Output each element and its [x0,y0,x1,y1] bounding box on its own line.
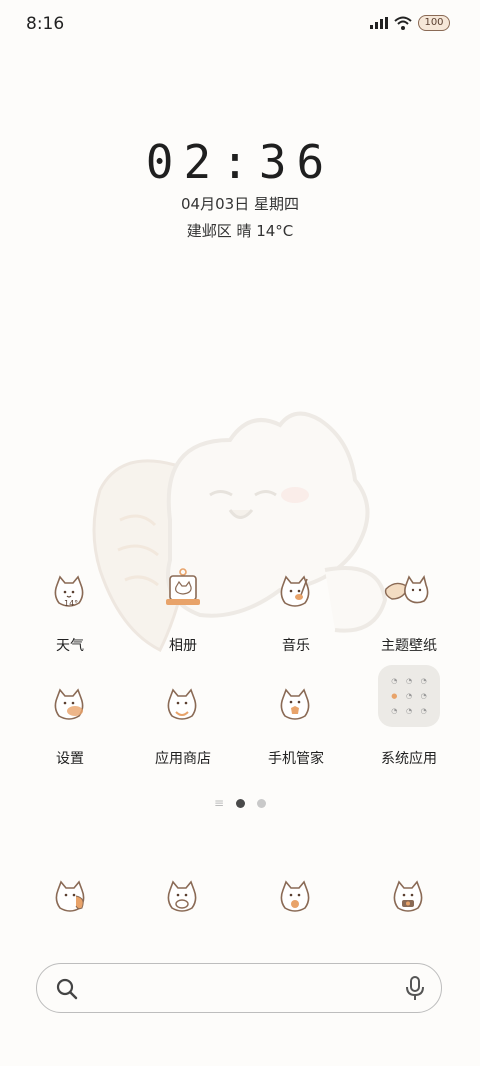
app-label: 音乐 [282,638,310,654]
cellular-signal-icon [370,17,388,29]
search-bar[interactable] [36,963,442,1013]
app-gallery[interactable]: 相册 [128,565,238,655]
app-store-cat-icon [167,688,197,720]
battery-icon: 100 [418,15,450,31]
status-time: 8:16 [26,14,65,34]
app-label: 设置 [56,751,84,767]
clock-time: 02:36 [145,135,335,189]
theme-cat-icon [384,575,429,604]
page-list-icon[interactable]: ≡ [214,796,224,810]
app-system-folder[interactable]: ◔ ◔ ◔ ● ◔ ◔ ◔ ◔ ◔ 系统应用 [354,665,464,768]
search-icon[interactable] [55,977,79,1001]
wifi-icon [394,16,412,30]
microphone-icon[interactable] [405,976,425,1002]
page-indicator[interactable]: ≡ [0,796,480,810]
messages-cat-icon[interactable] [152,870,214,932]
app-label: 应用商店 [155,751,211,767]
phone-cat-icon[interactable] [40,870,102,932]
page-dot[interactable] [257,798,267,808]
weather-badge: 14° [64,599,79,608]
app-label: 手机管家 [268,751,324,767]
weather-cat-icon [54,575,84,607]
app-themes[interactable]: 主题壁纸 [354,565,464,655]
app-label: 系统应用 [381,751,437,767]
clock-date: 04月03日 星期四 [181,195,299,213]
app-label: 相册 [169,638,197,654]
app-music[interactable]: 音乐 [241,565,351,655]
phone-manager-cat-icon [280,688,310,720]
app-label: 天气 [56,638,84,654]
status-icons: 100 [370,15,450,31]
app-weather[interactable]: 14° 天气 [15,565,125,655]
music-cat-icon [280,575,310,607]
app-phone-manager[interactable]: 手机管家 [241,678,351,768]
clock-weather: 建邺区 晴 14°C [186,222,294,240]
gallery-cat-icon [166,568,200,605]
app-label: 主题壁纸 [381,638,437,654]
system-apps-folder-icon: ◔ ◔ ◔ ● ◔ ◔ ◔ ◔ ◔ [391,677,427,715]
app-settings[interactable]: 设置 [15,678,125,768]
settings-cat-icon [54,688,84,720]
search-input[interactable] [99,974,383,1004]
status-bar: 8:16 100 [0,0,480,50]
camera-cat-icon[interactable] [378,870,440,932]
browser-cat-icon[interactable] [265,870,327,932]
page-dot-active[interactable] [236,798,246,808]
app-store[interactable]: 应用商店 [128,678,238,768]
clock-widget[interactable]: 02:36 04月03日 星期四 建邺区 晴 14°C [0,135,480,241]
